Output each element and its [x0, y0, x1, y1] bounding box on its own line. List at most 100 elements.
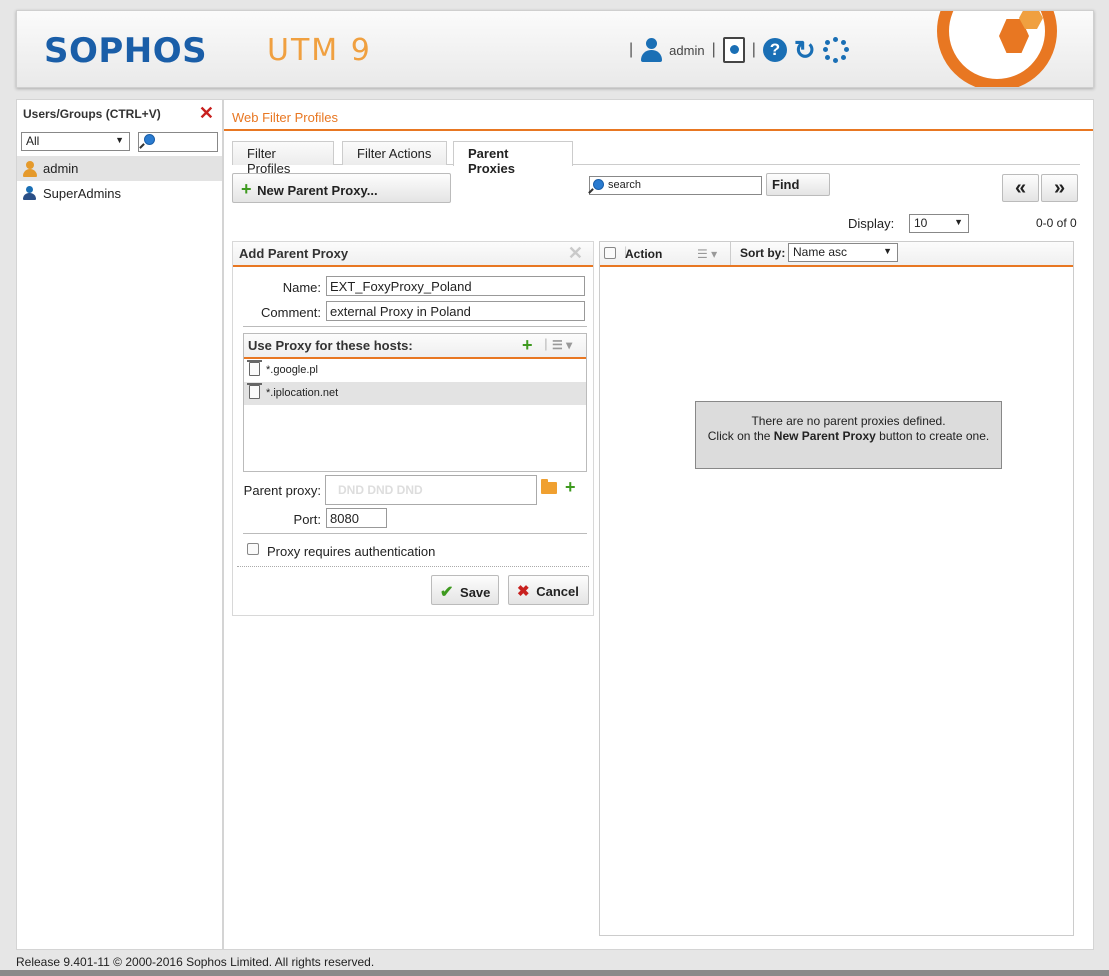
empty-message-text: Click on the	[707, 429, 774, 443]
sophos-logo: SOPHOS	[44, 31, 208, 71]
divider	[243, 326, 587, 327]
empty-message-line: There are no parent proxies defined.	[751, 414, 946, 428]
parent-proxy-label: Parent proxy:	[243, 483, 321, 498]
help-icon[interactable]: ?	[762, 38, 787, 62]
list-item-admin[interactable]: admin	[17, 156, 222, 181]
search-placeholder: search	[608, 179, 642, 191]
tab-filter-actions[interactable]: Filter Actions	[342, 141, 447, 165]
tab-filter-profiles[interactable]: Filter Profiles	[232, 141, 334, 176]
port-label: Port:	[293, 512, 321, 527]
search-icon	[144, 134, 155, 145]
sort-select[interactable]: Name asc ▼	[788, 243, 898, 262]
button-label: New Parent Proxy...	[257, 183, 378, 198]
filter-bar: All ▼	[17, 128, 222, 156]
divider	[237, 566, 589, 567]
filter-select-value: All	[26, 134, 40, 148]
list-header: | Action ☰ ▾ Sort by: Name asc ▼	[600, 242, 1073, 267]
divider	[243, 533, 587, 534]
display-count-value: 10	[914, 216, 928, 230]
product-name: UTM 9	[267, 33, 372, 68]
folder-icon[interactable]	[541, 479, 557, 494]
hosts-list: Use Proxy for these hosts: + | ☰ ▾ *.goo…	[243, 333, 587, 472]
tab-parent-proxies[interactable]: Parent Proxies	[453, 141, 573, 176]
breadcrumb: Web Filter Profiles	[232, 110, 338, 125]
plus-icon: +	[241, 179, 252, 199]
button-label: Save	[460, 585, 491, 600]
separator: |	[629, 41, 634, 58]
prev-page-button[interactable]: «	[1002, 174, 1039, 202]
separator: |	[751, 41, 756, 58]
result-count: 0-0 of 0	[1036, 216, 1077, 230]
hosts-title: Use Proxy for these hosts:	[248, 338, 413, 353]
host-value: *.iplocation.net	[266, 387, 339, 399]
list-options-icon[interactable]: ☰ ▾	[697, 247, 717, 261]
chevron-down-icon: ▼	[115, 135, 124, 145]
auth-label: Proxy requires authentication	[267, 544, 436, 559]
empty-message-emphasis: New Parent Proxy	[773, 429, 876, 443]
filter-select[interactable]: All ▼	[21, 132, 130, 151]
next-page-button[interactable]: »	[1041, 174, 1078, 202]
empty-message: There are no parent proxies defined. Cli…	[695, 401, 1002, 469]
button-label: Cancel	[536, 584, 579, 599]
add-host-icon[interactable]: +	[522, 335, 533, 356]
close-icon[interactable]: ✕	[199, 104, 214, 122]
parent-proxy-drop-zone[interactable]: DND DND DND	[325, 475, 537, 505]
new-parent-proxy-button[interactable]: + New Parent Proxy...	[232, 173, 451, 203]
find-button[interactable]: Find	[766, 173, 830, 196]
host-value: *.google.pl	[266, 364, 318, 376]
chevron-down-icon: ▼	[883, 246, 892, 256]
empty-message-line: Click on the New Parent Proxy button to …	[704, 429, 993, 444]
list-item-superadmins[interactable]: SuperAdmins	[17, 181, 222, 206]
panel-title: Users/Groups (CTRL+V)	[23, 107, 161, 121]
add-proxy-icon[interactable]: +	[565, 477, 576, 498]
separator	[730, 242, 731, 265]
taskbar	[0, 970, 1109, 976]
display-count-select[interactable]: 10 ▼	[909, 214, 969, 233]
reload-icon[interactable]: ↻	[794, 37, 816, 63]
trash-icon[interactable]	[247, 383, 262, 399]
auth-checkbox[interactable]	[247, 543, 259, 555]
list-options-icon[interactable]: ☰ ▾	[552, 338, 572, 352]
name-field[interactable]: EXT_FoxyProxy_Poland	[326, 276, 585, 296]
form-title: Add Parent Proxy	[239, 246, 349, 261]
list-item[interactable]: *.iplocation.net	[244, 382, 586, 405]
comment-field[interactable]: external Proxy in Poland	[326, 301, 585, 321]
save-button[interactable]: ✔ Save	[431, 575, 499, 605]
user-icon	[23, 161, 37, 177]
header-toolbar: | admin | | ? ↻	[629, 35, 849, 65]
select-all-checkbox[interactable]	[604, 247, 616, 259]
display-label: Display:	[848, 216, 895, 231]
port-field[interactable]: 8080	[326, 508, 387, 528]
online-help-clipboard-icon[interactable]	[722, 37, 745, 63]
divider	[224, 129, 1093, 131]
search-icon	[593, 179, 604, 190]
main-content: Web Filter Profiles Filter Profiles Filt…	[223, 99, 1094, 950]
comment-label: Comment:	[261, 305, 321, 320]
list-item[interactable]: *.google.pl	[244, 359, 586, 382]
close-icon[interactable]: ✕	[568, 243, 583, 264]
check-icon: ✔	[440, 584, 454, 601]
group-icon	[23, 186, 37, 200]
search-input[interactable]	[138, 132, 218, 152]
app-header: SOPHOS UTM 9 | admin | | ? ↻	[16, 10, 1094, 88]
footer-release: Release 9.401-11 © 2000-2016 Sophos Limi…	[16, 955, 375, 969]
users-groups-panel: Users/Groups (CTRL+V) ✕ All ▼ admin Supe…	[16, 99, 223, 950]
cancel-button[interactable]: ✖ Cancel	[508, 575, 589, 605]
separator: |	[711, 41, 716, 58]
sort-select-value: Name asc	[793, 245, 848, 259]
user-icon[interactable]	[640, 37, 663, 63]
chevron-down-icon: ▼	[954, 217, 963, 227]
name-label: Name:	[282, 280, 321, 295]
action-label: Action	[625, 247, 663, 261]
empty-message-text: button to create one.	[875, 429, 990, 443]
tab-bar: Filter Profiles Filter Actions Parent Pr…	[232, 141, 1080, 176]
trash-icon[interactable]	[247, 360, 262, 376]
activity-spinner-icon	[822, 37, 849, 63]
list-item-label: admin	[43, 161, 79, 176]
current-user[interactable]: admin	[669, 43, 704, 58]
search-input[interactable]: search	[589, 176, 762, 195]
hosts-header: Use Proxy for these hosts: + | ☰ ▾	[244, 334, 586, 359]
panel-header: Users/Groups (CTRL+V) ✕	[17, 100, 222, 128]
add-parent-proxy-form: Add Parent Proxy ✕ Name: EXT_FoxyProxy_P…	[232, 241, 594, 616]
cancel-icon: ✖	[517, 583, 530, 600]
